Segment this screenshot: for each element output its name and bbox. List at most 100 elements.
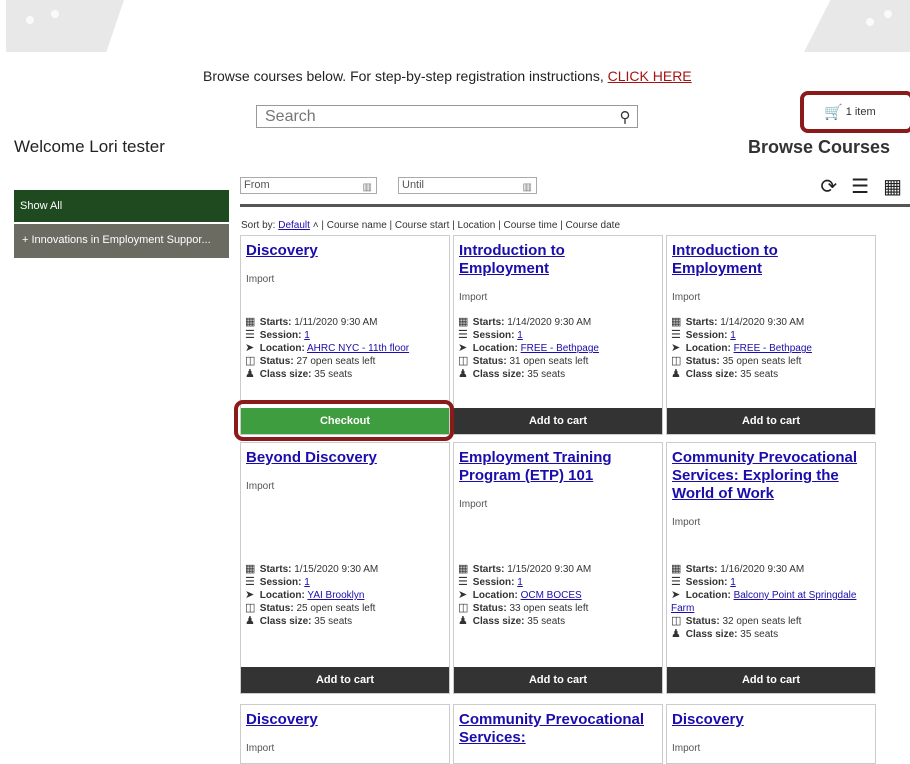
list-icon: ☰ <box>458 576 468 588</box>
users-icon: ♟ <box>458 368 468 380</box>
course-category: Import <box>672 292 701 303</box>
course-card: Introduction to Employment Import ▦ Star… <box>453 235 663 435</box>
session-link[interactable]: 1 <box>304 577 310 588</box>
sort-options[interactable]: | Course name | Course start | Location … <box>321 220 620 231</box>
location-link[interactable]: FREE - Bethpage <box>521 343 599 354</box>
until-date-placeholder: Until <box>402 179 425 191</box>
course-details: ▦ Starts: 1/16/2020 9:30 AM ☰ Session: 1… <box>671 563 857 640</box>
list-icon: ☰ <box>458 329 468 341</box>
location-link[interactable]: FREE - Bethpage <box>734 343 812 354</box>
filter-bar: From ▥ Until ▥ ⟳ ☰ ▦ <box>240 174 910 207</box>
list-view-icon[interactable]: ☰ <box>851 174 869 199</box>
session-link[interactable]: 1 <box>730 330 736 341</box>
sidebar-item-innovations[interactable]: + Innovations in Employment Suppor... <box>14 224 229 258</box>
users-icon: ♟ <box>671 628 681 640</box>
view-tools: ⟳ ☰ ▦ <box>820 174 902 199</box>
course-card: Beyond Discovery Import ▦ Starts: 1/15/2… <box>240 442 450 694</box>
course-title-link[interactable]: Beyond Discovery <box>246 449 444 467</box>
add-to-cart-button[interactable]: Add to cart <box>454 667 662 693</box>
course-title-link[interactable]: Employment Training Program (ETP) 101 <box>459 449 657 485</box>
cart-button[interactable]: 🛒 1 item <box>800 91 910 133</box>
add-to-cart-button[interactable]: Add to cart <box>454 408 662 434</box>
session-link[interactable]: 1 <box>517 330 523 341</box>
course-card: Discovery Import <box>666 704 876 764</box>
cart-count: 1 item <box>845 106 876 118</box>
course-details: ▦ Starts: 1/11/2020 9:30 AM ☰ Session: 1… <box>245 316 410 380</box>
registration-instructions-link[interactable]: CLICK HERE <box>608 68 692 84</box>
course-card: Employment Training Program (ETP) 101 Im… <box>453 442 663 694</box>
course-details: ▦ Starts: 1/15/2020 9:30 AM ☰ Session: 1… <box>458 563 592 627</box>
course-details: ▦ Starts: 1/15/2020 9:30 AM ☰ Session: 1… <box>245 563 379 627</box>
course-card: Discovery Import <box>240 704 450 764</box>
location-link[interactable]: OCM BOCES <box>521 590 582 601</box>
header-decoration-left <box>6 0 124 52</box>
course-title-link[interactable]: Discovery <box>672 711 870 729</box>
course-category: Import <box>459 499 488 510</box>
list-icon: ☰ <box>671 576 681 588</box>
from-date-field[interactable]: From ▥ <box>240 177 377 194</box>
refresh-icon[interactable]: ⟳ <box>820 174 837 199</box>
course-category: Import <box>459 292 488 303</box>
welcome-message: Welcome Lori tester <box>14 137 165 156</box>
book-icon: ◫ <box>671 615 682 627</box>
course-title-link[interactable]: Introduction to Employment <box>672 242 870 278</box>
course-title-link[interactable]: Community Prevocational Services: Explor… <box>672 449 870 503</box>
location-arrow-icon: ➤ <box>458 342 468 354</box>
calendar-icon[interactable]: ▥ <box>523 180 532 195</box>
course-title-link[interactable]: Discovery <box>246 711 444 729</box>
book-icon: ◫ <box>458 355 469 367</box>
location-link[interactable]: AHRC NYC - 11th floor <box>307 343 409 354</box>
users-icon: ♟ <box>245 368 255 380</box>
search-icon[interactable]: ⚲ <box>613 108 637 126</box>
sort-direction-icon[interactable]: ˄ <box>313 220 319 231</box>
course-details: ▦ Starts: 1/14/2020 9:30 AM ☰ Session: 1… <box>671 316 812 380</box>
calendar-icon: ▦ <box>671 316 682 328</box>
users-icon: ♟ <box>458 615 468 627</box>
course-details: ▦ Starts: 1/14/2020 9:30 AM ☰ Session: 1… <box>458 316 599 380</box>
list-icon: ☰ <box>245 329 255 341</box>
book-icon: ◫ <box>245 602 256 614</box>
course-title-link[interactable]: Introduction to Employment <box>459 242 657 278</box>
page-title: Browse Courses <box>748 137 891 157</box>
course-card: Community Prevocational Services: <box>453 704 663 764</box>
course-title-link[interactable]: Discovery <box>246 242 444 260</box>
session-link[interactable]: 1 <box>730 577 736 588</box>
course-card: Introduction to Employment Import ▦ Star… <box>666 235 876 435</box>
list-icon: ☰ <box>671 329 681 341</box>
calendar-icon: ▦ <box>458 316 469 328</box>
location-link[interactable]: YAI Brooklyn <box>307 590 364 601</box>
book-icon: ◫ <box>671 355 682 367</box>
session-link[interactable]: 1 <box>304 330 310 341</box>
location-arrow-icon: ➤ <box>458 589 468 601</box>
location-arrow-icon: ➤ <box>671 342 681 354</box>
location-arrow-icon: ➤ <box>671 589 681 601</box>
sort-default-link[interactable]: Default <box>278 220 310 231</box>
add-to-cart-button[interactable]: Add to cart <box>667 408 875 434</box>
search-input[interactable] <box>257 107 613 126</box>
sort-label: Sort by: <box>241 220 276 231</box>
book-icon: ◫ <box>458 602 469 614</box>
book-icon: ◫ <box>245 355 256 367</box>
until-date-field[interactable]: Until ▥ <box>398 177 537 194</box>
course-title-link[interactable]: Community Prevocational Services: <box>459 711 657 747</box>
session-link[interactable]: 1 <box>517 577 523 588</box>
users-icon: ♟ <box>245 615 255 627</box>
location-arrow-icon: ➤ <box>245 342 255 354</box>
list-icon: ☰ <box>245 576 255 588</box>
search-box: ⚲ <box>256 105 638 128</box>
course-category: Import <box>672 743 701 754</box>
sidebar: Show All + Innovations in Employment Sup… <box>14 190 229 258</box>
calendar-icon[interactable]: ▥ <box>363 180 372 195</box>
add-to-cart-button[interactable]: Add to cart <box>667 667 875 693</box>
calendar-icon: ▦ <box>458 563 469 575</box>
course-category: Import <box>246 274 275 285</box>
cart-icon: 🛒 <box>824 104 843 121</box>
sort-bar: Sort by: Default ˄ | Course name | Cours… <box>241 220 620 231</box>
sidebar-show-all[interactable]: Show All <box>14 190 229 222</box>
add-to-cart-button[interactable]: Add to cart <box>241 667 449 693</box>
grid-view-icon[interactable]: ▦ <box>883 174 902 199</box>
course-category: Import <box>246 743 275 754</box>
instructions: Browse courses below. For step-by-step r… <box>203 68 692 84</box>
course-card: Community Prevocational Services: Explor… <box>666 442 876 694</box>
course-category: Import <box>246 481 275 492</box>
